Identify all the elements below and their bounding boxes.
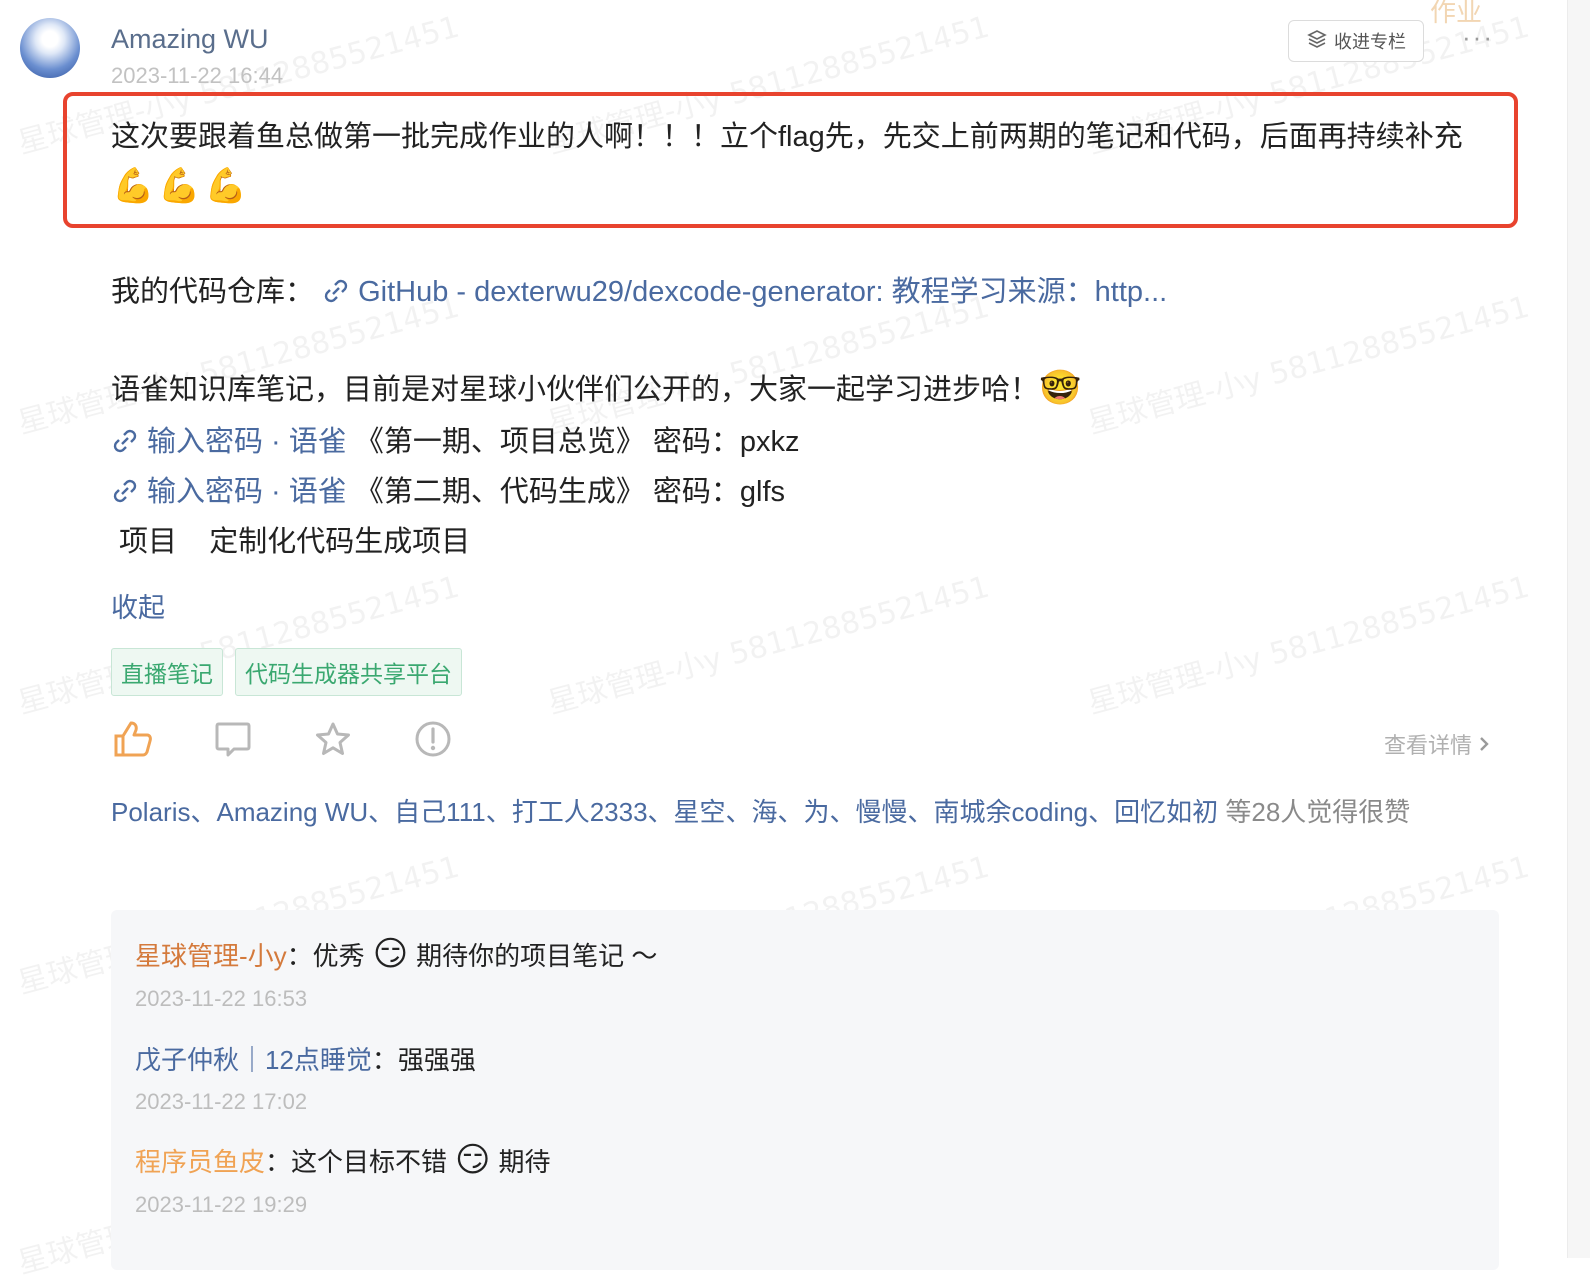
link-icon: [322, 277, 350, 313]
comment-time: 2023-11-22 19:29: [135, 1192, 308, 1217]
yuque-link-2[interactable]: 输入密码 · 语雀: [111, 476, 355, 508]
repo-label: 我的代码仓库：: [111, 276, 315, 308]
comment-text-tail: 期待你的项目笔记 ～: [416, 940, 658, 971]
star-icon: [314, 721, 352, 762]
comment-text-tail: 期待: [498, 1146, 551, 1177]
likes-count-text: 等28人觉得很赞: [1218, 797, 1411, 827]
repo-line: 我的代码仓库： GitHub - dexterwu29/dexcode-gene…: [111, 268, 1167, 313]
like-button[interactable]: [111, 720, 154, 763]
view-details-label: 查看详情: [1384, 733, 1473, 758]
scrollbar[interactable]: [1567, 0, 1590, 1258]
collapse-button[interactable]: 收起: [111, 586, 165, 625]
link-icon: [111, 477, 139, 513]
comment-item: 星球管理-小y ：优秀 😏 期待你的项目笔记 ～ 2023-11-22 16:5…: [135, 934, 657, 1012]
alert-circle-icon: [414, 720, 452, 763]
project-line: 项目 定制化代码生成项目: [111, 526, 471, 558]
thumbs-up-icon: [113, 720, 153, 763]
github-repo-link[interactable]: GitHub - dexterwu29/dexcode-generator: 教…: [322, 276, 1167, 308]
report-button[interactable]: [411, 720, 454, 763]
smirk-emoji: 😏: [372, 935, 409, 973]
comment-time: 2023-11-22 17:02: [135, 1089, 308, 1114]
tag-code-generator-platform[interactable]: 代码生成器共享平台: [235, 648, 462, 696]
note-intro-line: 语雀知识库笔记，目前是对星球小伙伴们公开的，大家一起学习进步哈！🤓: [111, 366, 1081, 408]
comments-section: 星球管理-小y ：优秀 😏 期待你的项目笔记 ～ 2023-11-22 16:5…: [111, 910, 1499, 1270]
yuque-link-1[interactable]: 输入密码 · 语雀: [111, 426, 355, 458]
tag-live-notes[interactable]: 直播笔记: [111, 648, 223, 696]
chevron-right-icon: [1478, 733, 1490, 758]
column-icon: [1306, 29, 1328, 53]
comment-item: 程序员鱼皮 ：这个目标不错 😏 期待 2023-11-22 19:29: [135, 1140, 551, 1218]
liker-names[interactable]: Polaris、Amazing WU、自己111、打工人2333、星空、海、为、…: [111, 797, 1218, 827]
note-1-detail: 《第一期、项目总览》 密码：pxkz: [354, 426, 800, 458]
link-icon: [111, 427, 139, 463]
action-bar: [111, 720, 454, 763]
comment-user[interactable]: 星球管理-小y: [135, 936, 287, 973]
view-details-link[interactable]: 查看详情: [1384, 728, 1490, 760]
nerd-face-emoji: 🤓: [1039, 369, 1082, 407]
note-line-2: 输入密码 · 语雀 《第二期、代码生成》 密码：glfs: [111, 468, 785, 513]
comment-button[interactable]: [211, 720, 254, 763]
yuque-link-2-text: 输入密码 · 语雀: [147, 476, 347, 508]
flexed-biceps-emojis: 💪💪💪: [112, 167, 252, 205]
comment-user[interactable]: 程序员鱼皮: [135, 1142, 265, 1179]
tag-list: 直播笔记 代码生成器共享平台: [111, 648, 462, 696]
collect-label: 收进专栏: [1334, 32, 1406, 52]
comment-text: ：这个目标不错: [265, 1146, 448, 1177]
favorite-button[interactable]: [311, 720, 354, 763]
avatar[interactable]: [20, 18, 80, 78]
likes-list: Polaris、Amazing WU、自己111、打工人2333、星空、海、为、…: [111, 793, 1511, 832]
comment-item: 戊子仲秋｜12点睡觉 ：强强强 2023-11-22 17:02: [135, 1040, 476, 1115]
note-2-detail: 《第二期、代码生成》 密码：glfs: [354, 476, 786, 508]
note-line-1: 输入密码 · 语雀 《第一期、项目总览》 密码：pxkz: [111, 418, 800, 463]
comment-text: ：优秀: [286, 940, 365, 971]
note-intro-text: 语雀知识库笔记，目前是对星球小伙伴们公开的，大家一起学习进步哈！: [111, 374, 1040, 406]
author-name[interactable]: Amazing WU: [111, 24, 269, 55]
watermark: 星球管理-小y 58112885521451: [544, 569, 994, 722]
smirk-emoji: 😏: [455, 1141, 491, 1179]
collect-to-column-button[interactable]: 收进专栏: [1288, 20, 1424, 62]
post-main-text: 这次要跟着鱼总做第一批完成作业的人啊！！！立个flag先，先交上前两期的笔记和代…: [111, 121, 1463, 153]
more-options-button[interactable]: ···: [1462, 22, 1494, 53]
comment-text: ：强强强: [371, 1045, 476, 1075]
comment-user[interactable]: 戊子仲秋｜12点睡觉: [135, 1040, 372, 1077]
yuque-link-1-text: 输入密码 · 语雀: [147, 426, 347, 458]
comment-icon: [214, 720, 252, 763]
comment-time: 2023-11-22 16:53: [135, 986, 308, 1011]
watermark: 星球管理-小y 58112885521451: [1084, 569, 1534, 722]
github-repo-link-text: GitHub - dexterwu29/dexcode-generator: 教…: [358, 276, 1168, 308]
watermark: 星球管理-小y 58112885521451: [14, 569, 464, 722]
post-time: 2023-11-22 16:44: [111, 63, 284, 88]
